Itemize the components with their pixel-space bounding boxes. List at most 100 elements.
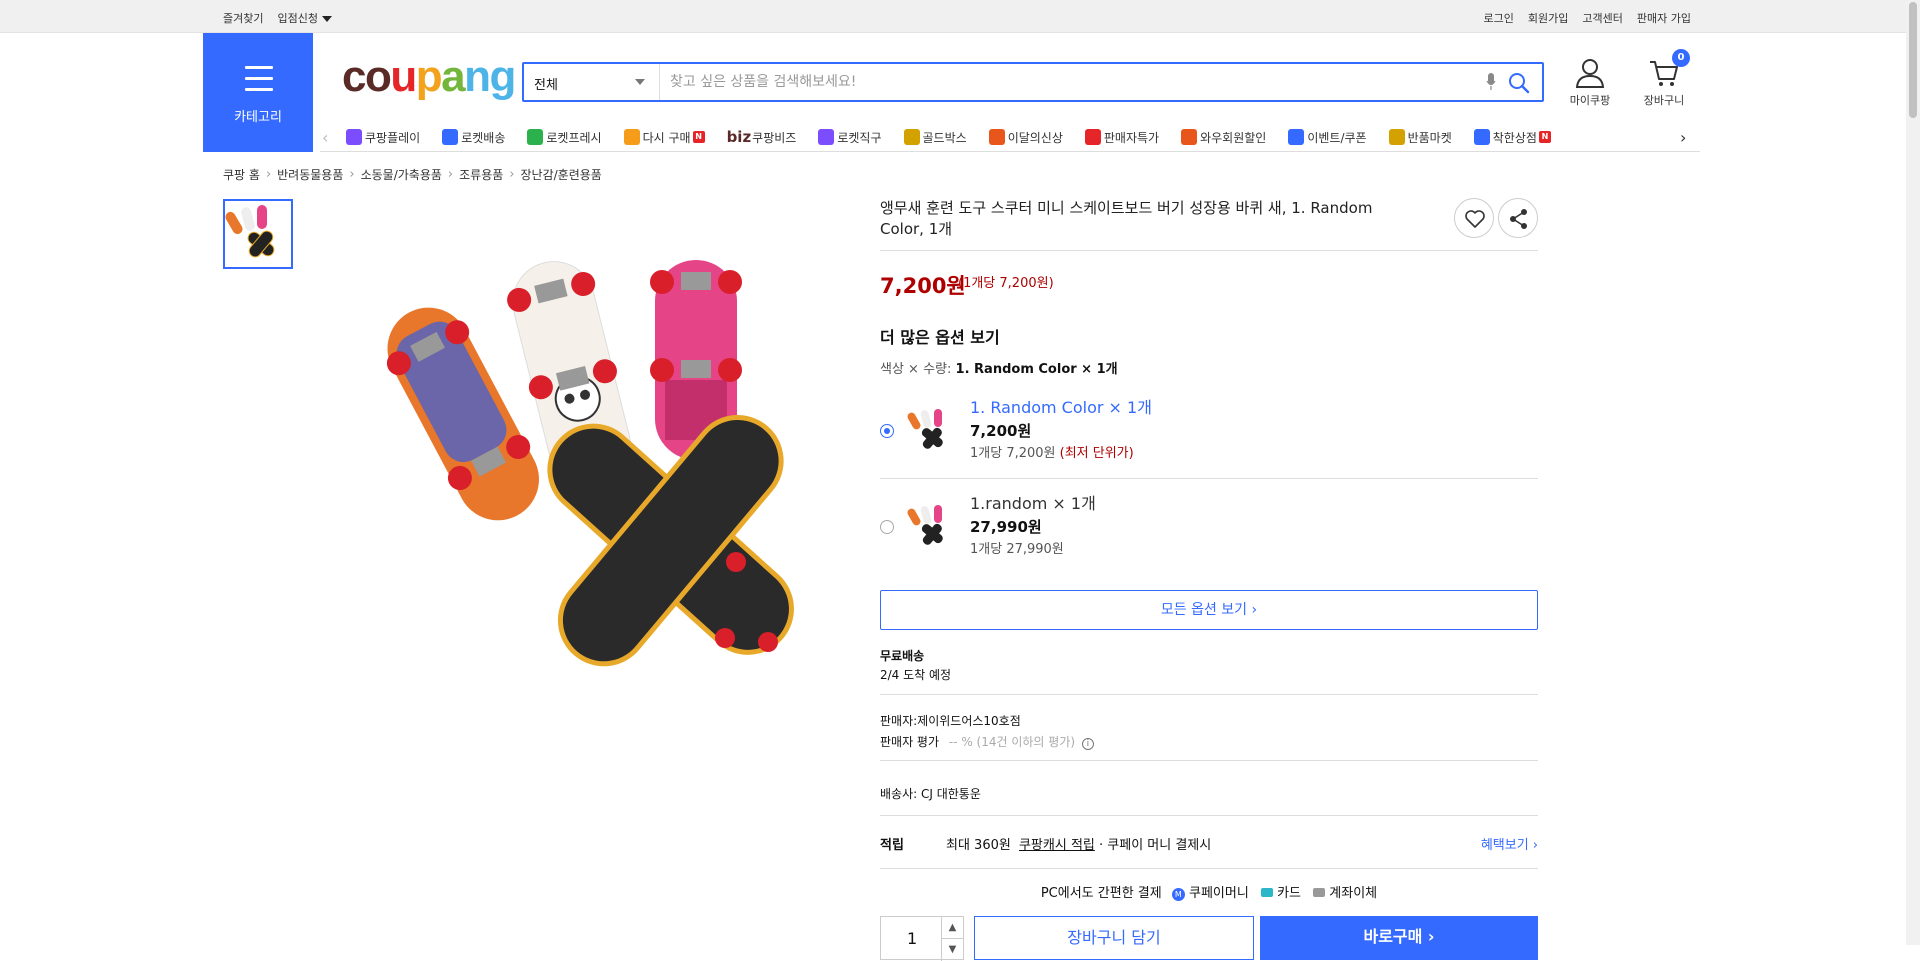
nav-item-label: 와우회원할인 bbox=[1200, 130, 1267, 145]
product-thumbnail[interactable] bbox=[223, 199, 293, 269]
coupang-cash-link[interactable]: 쿠팡캐시 적립 bbox=[1019, 838, 1095, 853]
nav-item[interactable]: 골드박스 bbox=[903, 128, 967, 146]
cart-label: 장바구니 bbox=[1643, 94, 1685, 107]
option-price: 7,200원 bbox=[970, 422, 1032, 440]
search-bar: 전체 bbox=[522, 62, 1544, 102]
divider bbox=[880, 478, 1538, 479]
share-icon bbox=[1510, 209, 1527, 229]
nav-item-label: 쿠팡플레이 bbox=[365, 130, 421, 145]
seller-name[interactable]: 판매자:제이위드어스10호점 bbox=[880, 712, 1021, 729]
free-shipping-label: 무료배송 bbox=[880, 649, 925, 663]
add-to-cart-button[interactable]: 장바구니 담기 bbox=[974, 916, 1254, 960]
bookmark-link[interactable]: 즐겨찾기 bbox=[223, 10, 263, 26]
wishlist-button[interactable] bbox=[1454, 198, 1494, 238]
nav-item-icon bbox=[346, 129, 362, 145]
view-all-options-button[interactable]: 모든 옵션 보기 › bbox=[880, 590, 1538, 630]
option-name: 1.random × 1개 bbox=[970, 494, 1096, 513]
nav-item[interactable]: 이벤트/쿠폰 bbox=[1288, 128, 1367, 146]
option-summary-value: 1. Random Color × 1개 bbox=[955, 362, 1118, 377]
product-title: 앵무새 훈련 도구 스쿠터 미니 스케이트보드 버기 성장용 바퀴 새, 1. … bbox=[880, 199, 1373, 238]
delivery-company: 배송사: CJ 대한통운 bbox=[880, 787, 981, 801]
nav-prev-arrow-icon[interactable]: ‹ bbox=[322, 128, 328, 147]
seller-rating: 판매자 평가 -- % (14건 이하의 평가) i bbox=[880, 733, 1094, 750]
chevron-up-icon[interactable]: ▲ bbox=[942, 917, 963, 939]
nav-item-icon bbox=[903, 129, 920, 145]
quantity-stepper[interactable]: 1 ▲ ▼ bbox=[880, 916, 964, 961]
buy-now-button[interactable]: 바로구매 › bbox=[1260, 916, 1538, 960]
breadcrumb-item[interactable]: 조류용품 bbox=[459, 166, 503, 183]
option-thumbnail bbox=[907, 409, 943, 449]
coupang-logo[interactable]: coupang bbox=[342, 52, 516, 102]
my-coupang-label: 마이쿠팡 bbox=[1569, 94, 1611, 107]
info-icon[interactable]: i bbox=[1081, 738, 1094, 750]
option-unit-price: 1개당 27,990원 bbox=[970, 542, 1064, 557]
nav-item-icon bbox=[623, 129, 640, 145]
nav-item-label: 반품마켓 bbox=[1407, 130, 1452, 145]
microphone-icon[interactable] bbox=[1486, 73, 1496, 91]
breadcrumb-item[interactable]: 장난감/훈련용품 bbox=[521, 166, 602, 183]
nav-item-icon bbox=[1084, 129, 1101, 145]
option-radio[interactable] bbox=[880, 520, 894, 534]
top-utility-bar: 즐겨찾기 입점신청 로그인 회원가입 고객센터 판매자 가입 bbox=[0, 0, 1906, 33]
nav-item[interactable]: 착한상점 N bbox=[1473, 128, 1551, 146]
category-menu-button[interactable]: 카테고리 bbox=[203, 33, 313, 152]
breadcrumb-item[interactable]: 반려동물용품 bbox=[277, 166, 343, 183]
option-summary-label: 색상 × 수량: bbox=[880, 362, 952, 377]
nav-item[interactable]: 이달의신상 bbox=[988, 128, 1063, 146]
seller-rating-value: -- % (14건 이하의 평가) bbox=[948, 735, 1076, 749]
nav-item[interactable]: 와우회원할인 bbox=[1181, 128, 1266, 146]
search-category-select[interactable]: 전체 bbox=[524, 64, 660, 100]
nav-item[interactable]: 판매자특가 bbox=[1084, 128, 1159, 146]
more-options-heading: 더 많은 옵션 보기 bbox=[880, 328, 1000, 347]
biz-prefix: biz bbox=[726, 128, 752, 146]
search-input[interactable] bbox=[670, 70, 1470, 94]
nav-item[interactable]: 반품마켓 bbox=[1388, 128, 1452, 146]
nav-next-arrow-icon[interactable]: › bbox=[1680, 128, 1686, 147]
cart-button[interactable]: 0 장바구니 bbox=[1636, 49, 1692, 108]
chevron-down-icon[interactable]: ▼ bbox=[942, 939, 963, 960]
option-row[interactable]: 1.random × 1개 27,990원 1개당 27,990원 bbox=[880, 488, 1538, 578]
breadcrumb-item[interactable]: 소동물/가축용품 bbox=[361, 166, 442, 183]
option-summary: 색상 × 수량: 1. Random Color × 1개 bbox=[880, 358, 1118, 377]
coupay-money-icon: M bbox=[1171, 888, 1185, 901]
seller-signup-link[interactable]: 판매자 가입 bbox=[1637, 10, 1691, 26]
signup-link[interactable]: 회원가입 bbox=[1528, 10, 1568, 26]
nav-item-icon bbox=[988, 129, 1005, 145]
option-row[interactable]: 1. Random Color × 1개 7,200원 1개당 7,200원 (… bbox=[880, 392, 1538, 482]
product-main-image[interactable] bbox=[310, 260, 870, 700]
scrollbar[interactable] bbox=[1906, 0, 1920, 945]
nav-items: 쿠팡플레이 로켓배송 로켓프레시 다시 구매 N biz 쿠팡비즈 로켓직구 골드박스 이달의신상… bbox=[346, 128, 1573, 146]
arrival-date: 2/4 도착 예정 bbox=[880, 668, 952, 682]
search-icon[interactable] bbox=[1508, 72, 1530, 94]
reward-amount: 최대 360원 bbox=[946, 838, 1011, 853]
scrollbar-thumb[interactable] bbox=[1909, 2, 1917, 118]
quantity-spin-buttons[interactable]: ▲ ▼ bbox=[941, 917, 963, 961]
benefit-link[interactable]: 혜택보기 › bbox=[1481, 834, 1538, 853]
skateboard-thumbnail-image bbox=[225, 205, 275, 258]
nav-item-label: 다시 구매 bbox=[642, 130, 691, 145]
option-unit: 1개당 7,200원 (최저 단위가) bbox=[970, 442, 1134, 461]
option-radio-selected[interactable] bbox=[880, 424, 894, 438]
chevron-right-icon: › bbox=[265, 167, 272, 182]
nav-item[interactable]: 로켓배송 bbox=[442, 128, 505, 146]
seller-apply-label: 입점신청 bbox=[277, 12, 318, 25]
nav-item[interactable]: 로켓직구 bbox=[818, 128, 882, 146]
option-price: 27,990원 bbox=[970, 518, 1042, 536]
nav-item-label: 로켓프레시 bbox=[546, 130, 602, 145]
cart-count-badge: 0 bbox=[1672, 49, 1690, 67]
nav-item[interactable]: 로켓프레시 bbox=[527, 128, 602, 146]
my-coupang-button[interactable]: 마이쿠팡 bbox=[1560, 57, 1620, 108]
nav-item[interactable]: 다시 구매 N bbox=[623, 128, 705, 146]
divider bbox=[880, 760, 1538, 761]
login-link[interactable]: 로그인 bbox=[1484, 10, 1514, 26]
customer-center-link[interactable]: 고객센터 bbox=[1582, 10, 1622, 26]
share-button[interactable] bbox=[1498, 198, 1538, 238]
nav-item-label: 착한상점 bbox=[1492, 130, 1537, 145]
nav-item[interactable]: 쿠팡플레이 bbox=[346, 128, 420, 146]
seller-apply-link[interactable]: 입점신청 bbox=[277, 10, 332, 26]
nav-item[interactable]: biz 쿠팡비즈 bbox=[727, 128, 797, 146]
product-info-panel: 앵무새 훈련 도구 스쿠터 미니 스케이트보드 버기 성장용 바퀴 새, 1. … bbox=[880, 198, 1538, 961]
breadcrumb-item[interactable]: 쿠팡 홈 bbox=[223, 166, 260, 183]
pay-text: PC에서도 간편한 결제 bbox=[1040, 886, 1162, 901]
category-label: 카테고리 bbox=[234, 110, 282, 125]
